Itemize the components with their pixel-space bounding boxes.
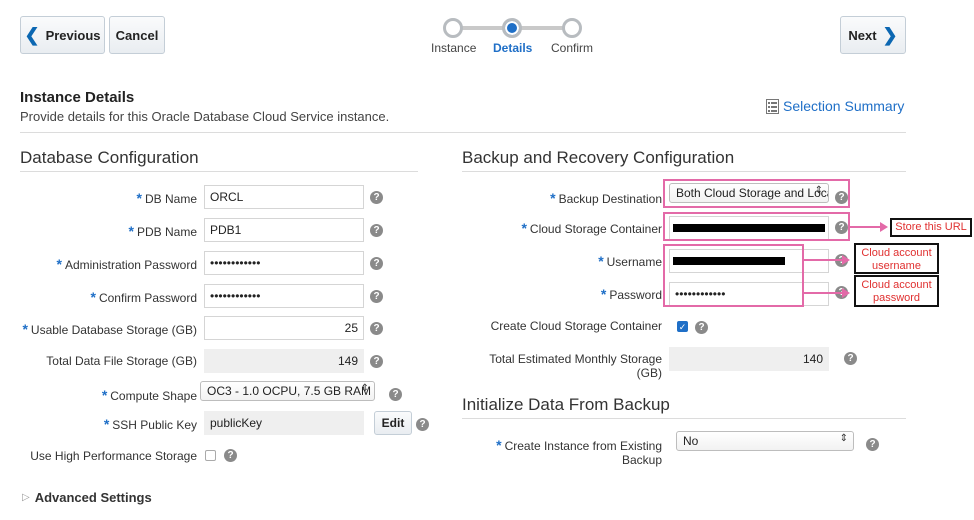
db-config-title: Database Configuration (20, 148, 199, 167)
page-title: Instance Details (20, 89, 135, 106)
help-icon[interactable]: ? (370, 322, 383, 335)
db-name-label: * DB Name (136, 190, 197, 206)
db-config-divider (20, 171, 418, 172)
help-icon[interactable]: ? (866, 438, 879, 451)
admin-password-input[interactable]: •••••••••••• (204, 251, 364, 275)
annotation-arrow-icon (842, 255, 850, 265)
confirm-password-input[interactable]: •••••••••••• (204, 284, 364, 308)
train-step-instance-icon[interactable] (443, 18, 463, 38)
backup-destination-label: * Backup Destination (550, 190, 662, 206)
pdb-name-input[interactable]: PDB1 (204, 218, 364, 242)
select-arrow-icon: ⇕ (839, 433, 848, 444)
page-subtitle: Provide details for this Oracle Database… (20, 109, 390, 124)
db-name-input[interactable]: ORCL (204, 185, 364, 209)
chevron-right-icon: ❯ (882, 25, 898, 45)
highlight-backup-destination (663, 179, 850, 208)
summary-list-icon (766, 98, 779, 114)
store-url-callout: Store this URL (890, 218, 972, 237)
existing-backup-select[interactable]: No ⇕ (676, 431, 854, 451)
create-container-label: Create Cloud Storage Container (490, 319, 662, 333)
check-icon: ✓ (678, 322, 687, 332)
highlight-credentials (663, 244, 804, 307)
compute-shape-select[interactable]: OC3 - 1.0 OCPU, 7.5 GB RAM ⇕ (200, 381, 375, 401)
selection-summary-label: Selection Summary (783, 98, 905, 114)
username-label: * Username (598, 253, 662, 269)
high-perf-label: Use High Performance Storage (30, 449, 197, 463)
help-icon[interactable]: ? (695, 321, 708, 334)
next-button[interactable]: Next ❯ (840, 16, 906, 54)
compute-shape-label: * Compute Shape (101, 387, 197, 403)
password-label: * Password (600, 286, 662, 302)
init-data-title: Initialize Data From Backup (462, 395, 670, 414)
cancel-button[interactable]: Cancel (109, 16, 165, 54)
help-icon[interactable]: ? (370, 191, 383, 204)
pdb-name-label: * PDB Name (128, 223, 197, 239)
monthly-storage-value: 140 (669, 347, 829, 371)
annotation-arrow-icon (880, 222, 888, 232)
train-step-instance[interactable]: Instance (431, 41, 476, 55)
high-perf-checkbox[interactable] (205, 450, 216, 461)
annotation-arrow-line (850, 226, 882, 228)
cancel-button-label: Cancel (115, 27, 159, 43)
header-divider (20, 132, 906, 133)
highlight-cloud-container (663, 212, 850, 241)
edit-button-label: Edit (381, 416, 405, 430)
train-step-confirm[interactable]: Confirm (551, 41, 593, 55)
selection-summary-link[interactable]: Selection Summary (766, 98, 904, 114)
annotation-arrow-icon (842, 288, 850, 298)
total-storage-value: 149 (204, 349, 364, 373)
train-step-details[interactable]: Details (493, 41, 532, 55)
backup-config-title: Backup and Recovery Configuration (462, 148, 735, 167)
existing-backup-label: * Create Instance from Existing Backup (496, 437, 662, 467)
advanced-settings-label: Advanced Settings (34, 490, 152, 505)
previous-button[interactable]: ❮ Previous (20, 16, 105, 54)
admin-password-label: * Administration Password (56, 256, 197, 272)
help-icon[interactable]: ? (370, 257, 383, 270)
confirm-password-label: * Confirm Password (90, 289, 197, 305)
next-button-label: Next (848, 27, 877, 43)
create-container-checkbox[interactable]: ✓ (677, 321, 688, 332)
help-icon[interactable]: ? (389, 388, 402, 401)
help-icon[interactable]: ? (370, 355, 383, 368)
help-icon[interactable]: ? (370, 290, 383, 303)
total-storage-label: Total Data File Storage (GB) (46, 354, 197, 368)
init-data-divider (462, 418, 906, 419)
ssh-key-value: publicKey (204, 411, 364, 435)
train-step-details-icon[interactable] (502, 18, 522, 38)
advanced-settings-toggle[interactable]: ▷ Advanced Settings (22, 490, 152, 505)
train-step-confirm-icon[interactable] (562, 18, 582, 38)
edit-ssh-key-button[interactable]: Edit (374, 411, 412, 435)
password-callout: Cloud account password (854, 275, 939, 307)
username-callout: Cloud account username (854, 243, 939, 274)
chevron-left-icon: ❮ (24, 25, 40, 45)
compute-shape-value: OC3 - 1.0 OCPU, 7.5 GB RAM (207, 384, 372, 398)
help-icon[interactable]: ? (370, 224, 383, 237)
previous-button-label: Previous (45, 27, 101, 43)
annotation-arrow-line (804, 292, 844, 294)
ssh-key-label: * SSH Public Key (103, 416, 197, 432)
backup-config-divider (462, 171, 906, 172)
select-arrow-icon: ⇕ (360, 383, 369, 394)
usable-storage-input[interactable]: 25 (204, 316, 364, 340)
expand-triangle-icon: ▷ (22, 492, 30, 503)
monthly-storage-label: Total Estimated Monthly Storage (GB) (489, 352, 662, 380)
cloud-container-label: * Cloud Storage Container (521, 220, 662, 236)
annotation-arrow-line (804, 259, 844, 261)
help-icon[interactable]: ? (224, 449, 237, 462)
help-icon[interactable]: ? (416, 418, 429, 431)
usable-storage-label: * Usable Database Storage (GB) (22, 321, 197, 337)
help-icon[interactable]: ? (844, 352, 857, 365)
existing-backup-value: No (683, 434, 699, 448)
